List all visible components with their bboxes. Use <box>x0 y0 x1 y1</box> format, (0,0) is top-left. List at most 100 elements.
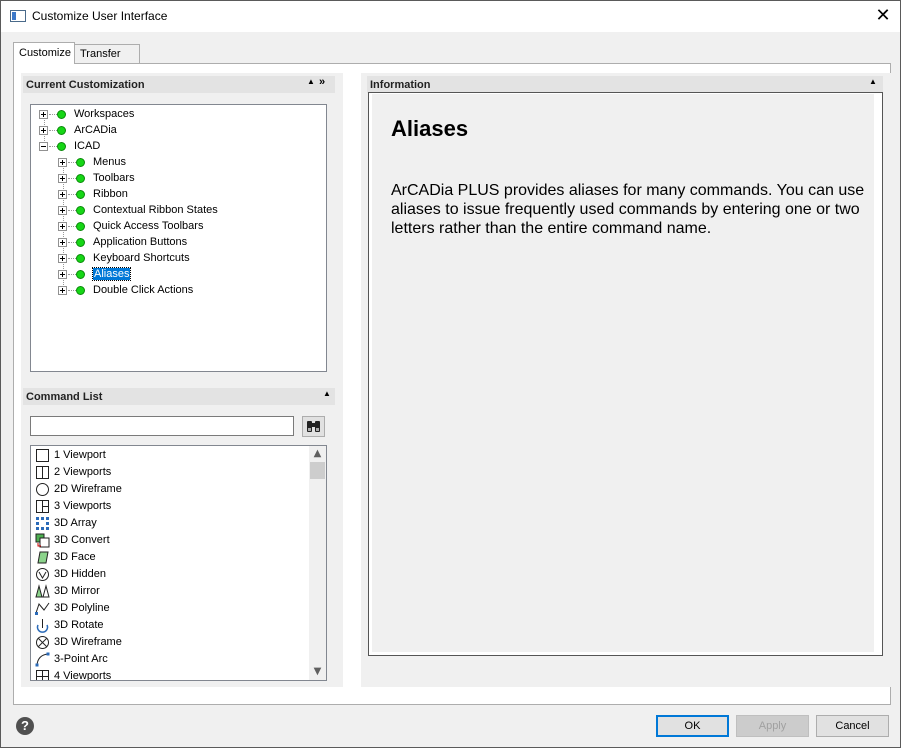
expand-node-icon[interactable] <box>58 286 67 295</box>
status-dot-icon <box>76 254 85 263</box>
tree-item[interactable]: Ribbon <box>31 187 321 203</box>
tree-item[interactable]: Menus <box>31 155 321 171</box>
three-viewports-icon <box>35 499 50 514</box>
tree-item[interactable]: Quick Access Toolbars <box>31 219 321 235</box>
list-item-label: 2 Viewports <box>54 466 112 478</box>
tree-item[interactable]: Contextual Ribbon States <box>31 203 321 219</box>
two-viewports-icon <box>35 465 50 480</box>
face-3d-icon <box>35 550 50 565</box>
binoculars-icon <box>307 421 320 432</box>
list-item[interactable]: 1 Viewport <box>35 447 305 464</box>
expand-node-icon[interactable] <box>58 206 67 215</box>
tree-connector <box>68 226 76 227</box>
tree-item[interactable]: ICAD <box>31 139 321 155</box>
list-item[interactable]: 3D Mirror <box>35 583 305 600</box>
tree-item[interactable]: ArCADia <box>31 123 321 139</box>
list-item[interactable]: 3D Hidden <box>35 566 305 583</box>
help-icon[interactable]: ? <box>16 717 34 735</box>
tree-item[interactable]: Keyboard Shortcuts <box>31 251 321 267</box>
status-dot-icon <box>76 190 85 199</box>
info-scrollbar[interactable] <box>874 94 882 652</box>
ok-button[interactable]: OK <box>656 715 729 737</box>
expand-pane-icon[interactable]: » <box>319 76 325 88</box>
tree-item-label: Double Click Actions <box>93 284 194 296</box>
customization-tree[interactable]: Workspaces ArCADia ICAD Menus Toolbars Ribbon… <box>30 104 327 372</box>
list-item[interactable]: 3D Rotate <box>35 617 305 634</box>
list-item[interactable]: 3 Viewports <box>35 498 305 515</box>
collapse-arrow-icon[interactable]: ▲ <box>307 77 315 86</box>
array-3d-icon <box>35 516 50 531</box>
polyline-3d-icon <box>35 601 50 616</box>
expand-node-icon[interactable] <box>58 174 67 183</box>
expand-node-icon[interactable] <box>58 270 67 279</box>
command-list[interactable]: 4 Viewports 3-Point Arc 3D Wireframe 3D Rot… <box>30 445 327 681</box>
tree-item[interactable]: Double Click Actions <box>31 283 321 299</box>
tree-connector <box>68 274 76 275</box>
list-item-label: 3D Wireframe <box>54 636 122 648</box>
expand-node-icon[interactable] <box>39 110 48 119</box>
expand-node-icon[interactable] <box>58 238 67 247</box>
list-item[interactable]: 3-Point Arc <box>35 651 305 668</box>
scroll-up-icon[interactable]: ▲ <box>309 446 326 462</box>
list-item[interactable]: 3D Convert <box>35 532 305 549</box>
tree-item-label: Toolbars <box>93 172 135 184</box>
app-window-icon <box>10 10 26 22</box>
list-item-label: 3D Convert <box>54 534 110 546</box>
tree-item-label: Aliases <box>91 267 132 281</box>
tree-item[interactable]: Workspaces <box>31 107 321 123</box>
list-item[interactable]: 3D Polyline <box>35 600 305 617</box>
list-item[interactable]: 2D Wireframe <box>35 481 305 498</box>
command-list-header: Command List ▲ <box>23 388 335 405</box>
info-heading: Aliases <box>391 116 469 141</box>
close-icon[interactable]: ✕ <box>872 5 894 27</box>
status-dot-icon <box>76 238 85 247</box>
collapse-node-icon[interactable] <box>39 142 48 151</box>
find-button[interactable] <box>302 416 325 437</box>
expand-node-icon[interactable] <box>58 158 67 167</box>
tree-item[interactable]: Application Buttons <box>31 235 321 251</box>
tab-transfer[interactable]: Transfer <box>75 44 140 63</box>
info-description: ArCADia PLUS provides aliases for many c… <box>391 182 865 237</box>
apply-button[interactable]: Apply <box>736 715 809 737</box>
expand-node-icon[interactable] <box>58 222 67 231</box>
list-item[interactable]: 3D Array <box>35 515 305 532</box>
list-item-label: 3 Viewports <box>54 500 112 512</box>
tree-connector <box>49 114 57 115</box>
status-dot-icon <box>76 270 85 279</box>
command-list-title: Command List <box>26 391 103 403</box>
tree-item-label: ArCADia <box>74 124 117 136</box>
expand-node-icon[interactable] <box>58 190 67 199</box>
window-title: Customize User Interface <box>32 9 168 23</box>
list-item-label: 3D Array <box>54 517 97 529</box>
right-pane: Information ▲ Aliases ArCADia PLUS provi… <box>361 73 891 687</box>
scroll-down-icon[interactable]: ▼ <box>309 664 326 680</box>
tree-connector <box>49 146 57 147</box>
list-item-label: 1 Viewport <box>54 449 106 461</box>
collapse-arrow-icon[interactable]: ▲ <box>323 389 331 398</box>
status-dot-icon <box>76 174 85 183</box>
command-search-input[interactable] <box>30 416 294 436</box>
status-dot-icon <box>76 158 85 167</box>
list-item-label: 3-Point Arc <box>54 653 108 665</box>
status-dot-icon <box>76 222 85 231</box>
command-list-scrollbar[interactable]: ▲ ▼ <box>309 446 326 680</box>
list-item[interactable]: 4 Viewports <box>35 668 305 680</box>
tree-item-label: Application Buttons <box>93 236 188 248</box>
collapse-arrow-icon[interactable]: ▲ <box>869 77 877 86</box>
cancel-button[interactable]: Cancel <box>816 715 889 737</box>
list-item[interactable]: 3D Wireframe <box>35 634 305 651</box>
tree-item[interactable]: Toolbars <box>31 171 321 187</box>
hidden-3d-icon <box>35 567 50 582</box>
status-dot-icon <box>57 142 66 151</box>
information-content: Aliases ArCADia PLUS provides aliases fo… <box>372 94 875 652</box>
tree-connector <box>68 242 76 243</box>
tab-customize[interactable]: Customize <box>13 42 75 64</box>
list-item[interactable]: 3D Face <box>35 549 305 566</box>
scroll-thumb[interactable] <box>310 462 325 479</box>
list-item[interactable]: 2 Viewports <box>35 464 305 481</box>
expand-node-icon[interactable] <box>39 126 48 135</box>
list-item-label: 3D Mirror <box>54 585 100 597</box>
tree-item[interactable]: Aliases <box>31 267 321 283</box>
tree-connector <box>68 194 76 195</box>
expand-node-icon[interactable] <box>58 254 67 263</box>
